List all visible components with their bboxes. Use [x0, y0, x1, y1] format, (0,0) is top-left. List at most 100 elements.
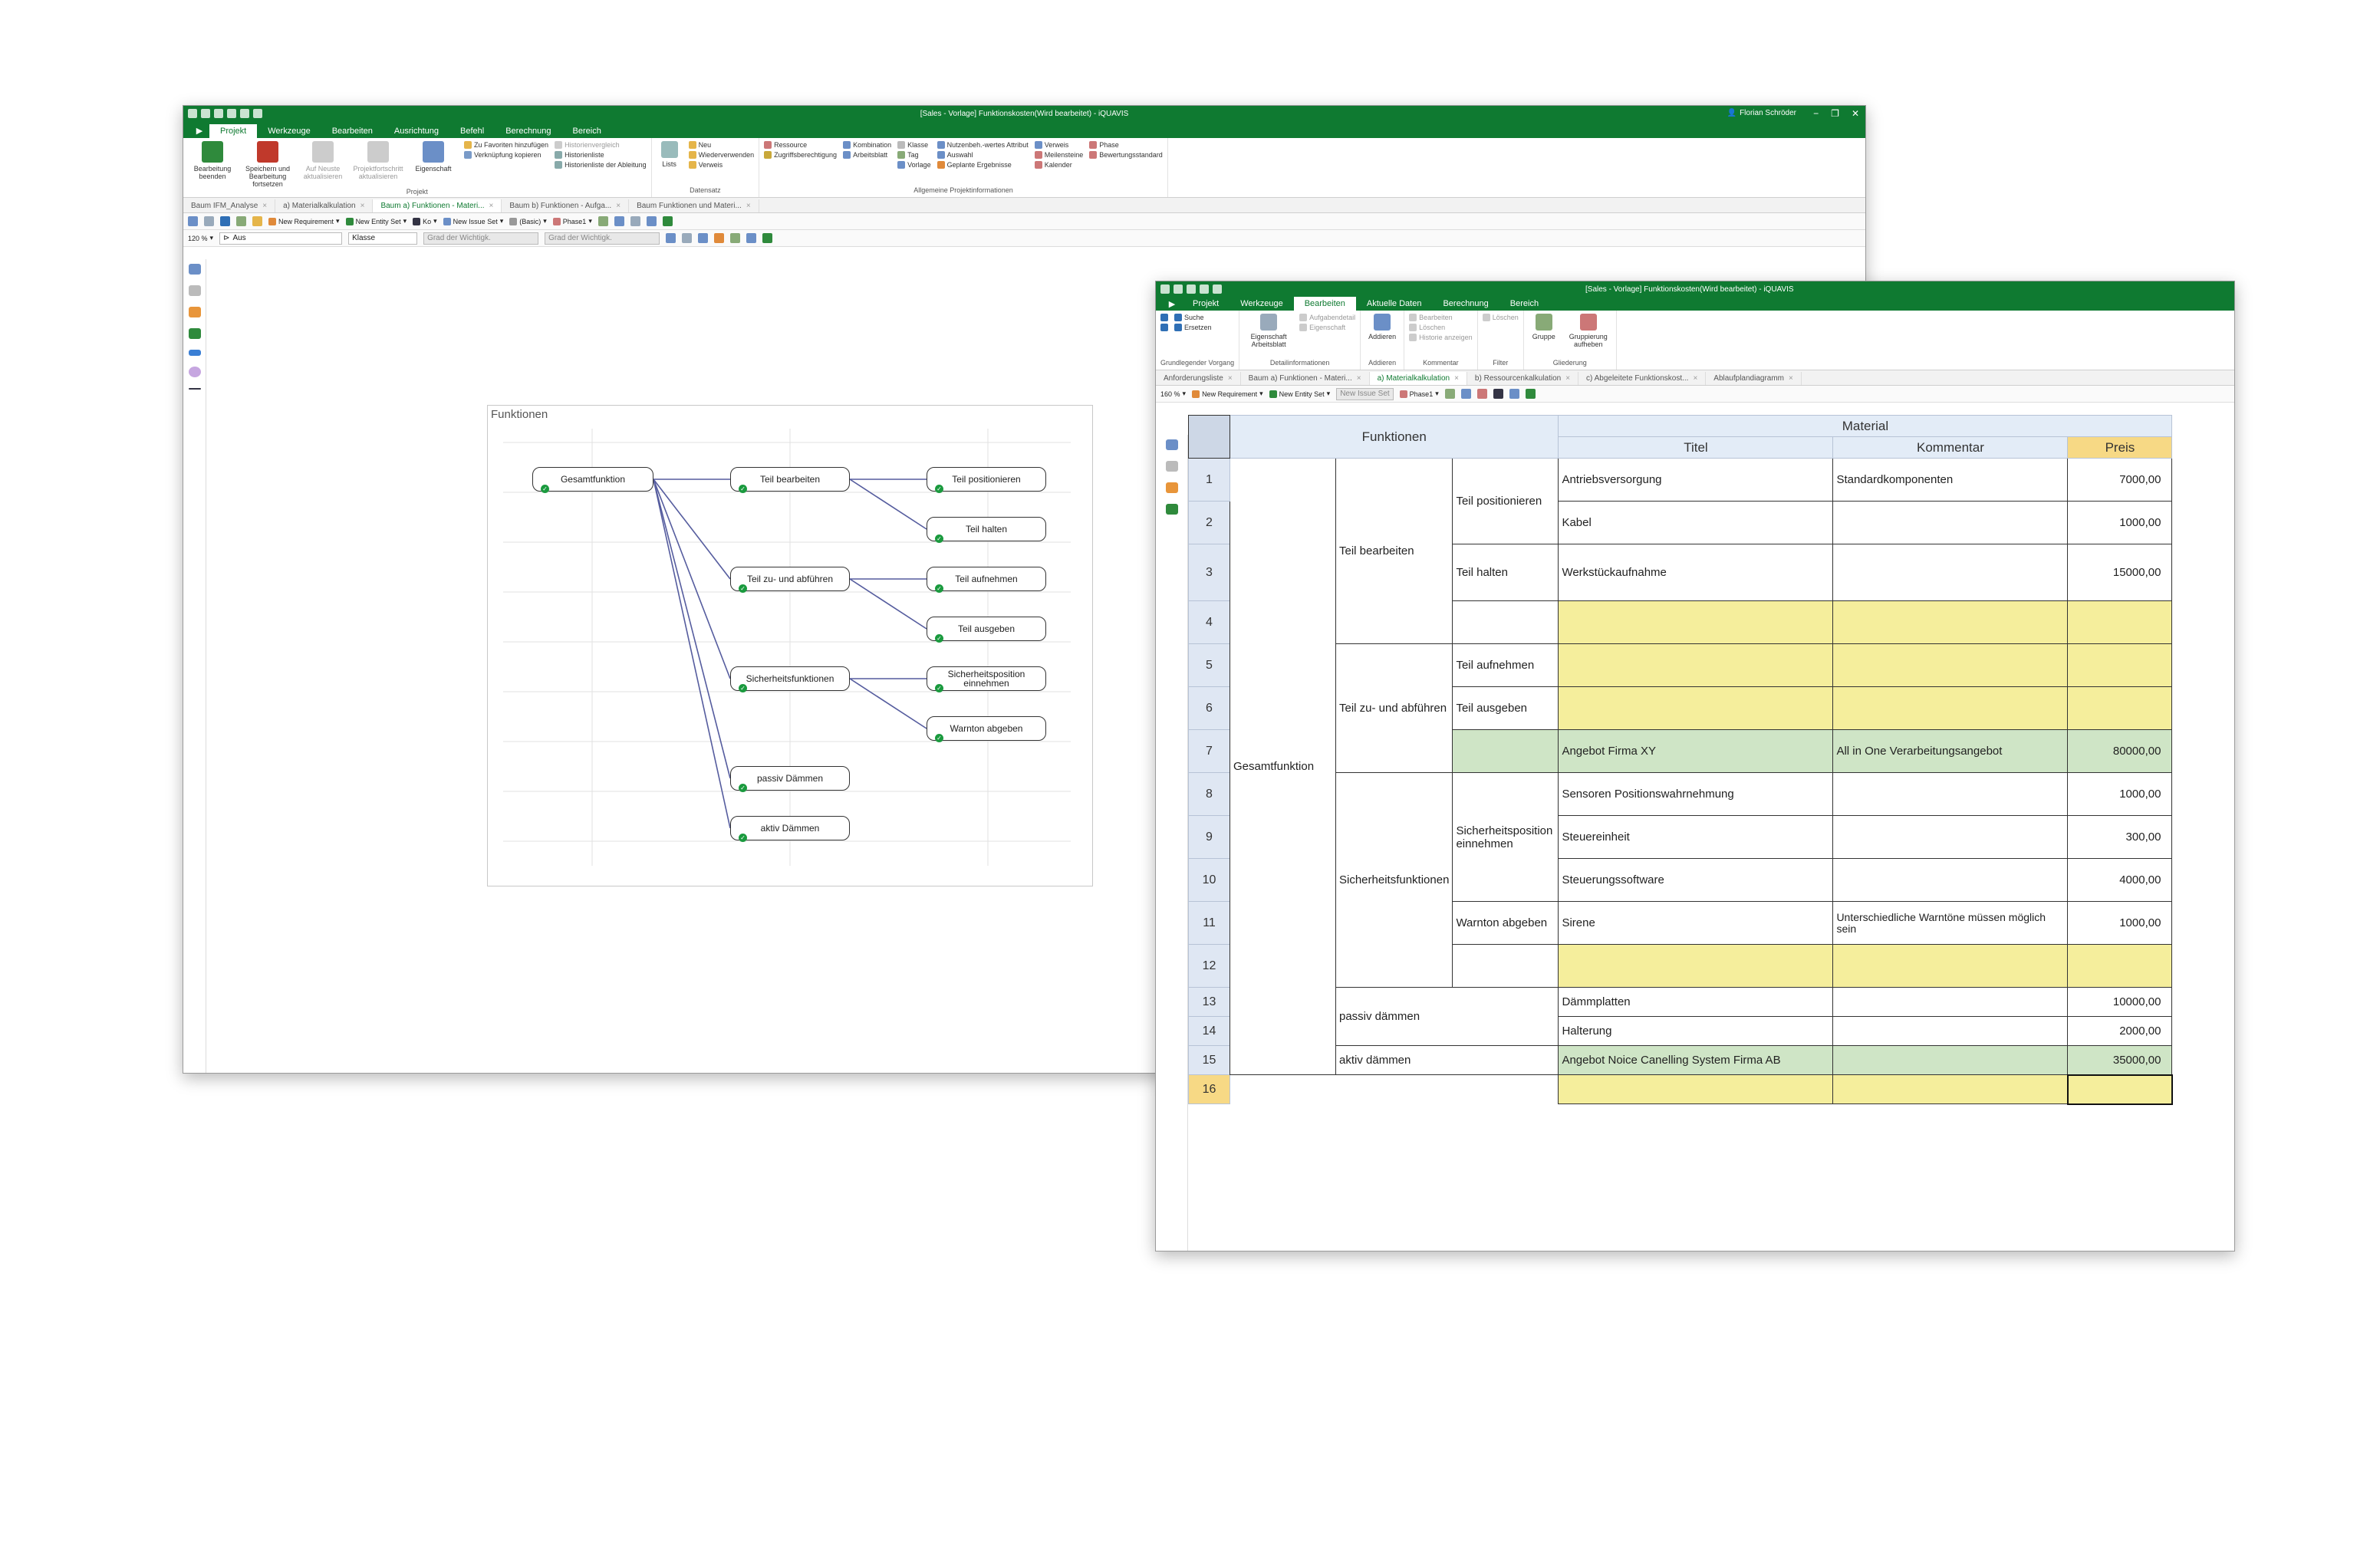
cell-kommentar[interactable]	[1832, 1074, 2069, 1104]
close-tab-icon[interactable]: ×	[1454, 374, 1459, 383]
task-detail-button[interactable]: Aufgabendetail	[1299, 314, 1355, 321]
tab-baum-a[interactable]: Baum a) Funktionen - Materi... ×	[1241, 372, 1370, 385]
worksheet-button[interactable]: Arbeitsblatt	[843, 151, 891, 159]
close-tab-icon[interactable]: ×	[360, 202, 365, 210]
planned-results-button[interactable]: Geplante Ergebnisse	[937, 161, 1029, 169]
grid-icon[interactable]	[188, 216, 198, 226]
cell-kommentar[interactable]	[1832, 1045, 2069, 1075]
cell-kommentar[interactable]	[1832, 772, 2069, 816]
progress-update-button[interactable]: Projektfortschritt aktualisieren	[353, 141, 403, 188]
cell-preis[interactable]: 4000,00	[2067, 858, 2173, 902]
clear-filter-button[interactable]: Löschen	[1482, 314, 1519, 321]
cell-level2[interactable]: passiv dämmen	[1335, 987, 1559, 1046]
header-kommentar[interactable]: Kommentar	[1832, 436, 2069, 459]
line-icon[interactable]	[188, 388, 201, 390]
group-button[interactable]: Gruppe	[1529, 314, 1559, 348]
cell-preis[interactable]: 300,00	[2067, 815, 2173, 859]
cell-level3[interactable]: Warnton abgeben	[1452, 901, 1559, 945]
cell-level3[interactable]: Teil ausgeben	[1452, 686, 1559, 730]
close-tab-icon[interactable]: ×	[1693, 374, 1697, 383]
tool-icon[interactable]	[666, 233, 676, 243]
cell-preis[interactable]	[2067, 600, 2173, 644]
rating-standard-button[interactable]: Bewertungsstandard	[1089, 151, 1163, 159]
row-number[interactable]: 8	[1188, 772, 1230, 816]
new-issue-set-button[interactable]: New Issue Set ▾	[443, 217, 503, 225]
cell-kommentar[interactable]	[1832, 858, 2069, 902]
history-compare-button[interactable]: Historienvergleich	[555, 141, 647, 149]
cell-kommentar[interactable]	[1832, 686, 2069, 730]
tool-icon[interactable]	[630, 216, 640, 226]
menu-bereich[interactable]: Bereich	[562, 124, 612, 138]
row-number[interactable]: 1	[1188, 458, 1230, 502]
menu-bearbeiten[interactable]: Bearbeiten	[321, 124, 383, 138]
menu-werkzeuge[interactable]: Werkzeuge	[257, 124, 321, 138]
header-titel[interactable]: Titel	[1558, 436, 1834, 459]
cell-level3[interactable]	[1452, 944, 1559, 988]
finish-edit-button[interactable]: Bearbeitung beenden	[188, 141, 237, 188]
row-number[interactable]: 5	[1188, 643, 1230, 687]
verweis-button[interactable]: Verweis	[1034, 141, 1084, 149]
save-icon[interactable]	[1174, 285, 1183, 294]
cell-titel[interactable]: Angebot Noice Canelling System Firma AB	[1558, 1045, 1834, 1075]
new-entity-set-button[interactable]: New Entity Set ▾	[1269, 390, 1330, 398]
shape-rounded-icon[interactable]	[188, 307, 201, 317]
add-button[interactable]: Addieren	[1365, 314, 1399, 340]
close-tab-icon[interactable]: ×	[616, 202, 621, 210]
milestones-button[interactable]: Meilensteine	[1034, 151, 1083, 159]
node-passiv-daemmen[interactable]: passiv Dämmen ✓	[730, 766, 850, 792]
grid-corner[interactable]	[1188, 415, 1230, 459]
class-button[interactable]: Klasse	[897, 141, 931, 149]
row-number[interactable]: 3	[1188, 544, 1230, 601]
undo-button[interactable]	[1160, 314, 1168, 321]
importance-select-2[interactable]: Grad der Wichtigk.	[545, 232, 660, 245]
cell-preis[interactable]: 1000,00	[2067, 772, 2173, 816]
tab-baum-a[interactable]: Baum a) Funktionen - Materi... ×	[373, 199, 502, 212]
cell-preis[interactable]	[2067, 643, 2173, 687]
refresh-button[interactable]: Auf Neuste aktualisieren	[298, 141, 347, 188]
list-view-icon[interactable]	[204, 216, 214, 226]
undo-icon[interactable]	[1187, 285, 1196, 294]
tool-icon[interactable]	[614, 216, 624, 226]
zoom-dropdown[interactable]: 120 % ▾	[188, 234, 213, 242]
cell-preis[interactable]: 35000,00	[2067, 1045, 2173, 1075]
maximize-icon[interactable]: ❐	[1831, 108, 1839, 119]
menu-projekt[interactable]: Projekt	[209, 124, 258, 138]
shape-rect-icon[interactable]	[1165, 504, 1178, 515]
row-number[interactable]: 11	[1188, 901, 1230, 945]
property-button[interactable]: Eigenschaft	[409, 141, 458, 188]
redo-icon[interactable]	[1200, 285, 1209, 294]
cell-titel[interactable]: Steuerungssoftware	[1558, 858, 1834, 902]
link-icon[interactable]	[1525, 389, 1536, 399]
show-history-button[interactable]: Historie anzeigen	[1409, 334, 1473, 341]
reuse-button[interactable]: Wiederverwenden	[688, 151, 754, 159]
save-continue-button[interactable]: Speichern und Bearbeitung fortsetzen	[243, 141, 292, 188]
cell-titel[interactable]: Sensoren Positionswahrnehmung	[1558, 772, 1834, 816]
search-button[interactable]: Suche	[1174, 314, 1212, 321]
menu-werkzeuge[interactable]: Werkzeuge	[1230, 297, 1293, 311]
display-select[interactable]: ⊳ Aus	[219, 232, 343, 245]
cell-preis[interactable]: 2000,00	[2067, 1016, 2173, 1046]
new-requirement-button[interactable]: New Requirement ▾	[1192, 390, 1263, 398]
cell-kommentar[interactable]	[1832, 1016, 2069, 1046]
tab-anforderungsliste[interactable]: Anforderungsliste ×	[1156, 372, 1241, 385]
tab-ressourcenkalkulation[interactable]: b) Ressourcenkalkulation ×	[1467, 372, 1579, 385]
template-button[interactable]: Vorlage	[897, 161, 931, 169]
play-icon[interactable]	[220, 216, 230, 226]
row-number[interactable]: 2	[1188, 501, 1230, 544]
cell-level2[interactable]: Teil zu- und abführen	[1335, 643, 1453, 773]
tab-baum-b[interactable]: Baum b) Funktionen - Aufga... ×	[502, 199, 630, 212]
new-entity-set-button[interactable]: New Entity Set ▾	[345, 217, 407, 225]
new-issue-set-button[interactable]: New Issue Set	[1336, 387, 1394, 400]
cell-titel[interactable]: Steuereinheit	[1558, 815, 1834, 859]
shape-rect-icon[interactable]	[188, 328, 201, 339]
property-button[interactable]: Eigenschaft	[1299, 324, 1355, 331]
close-tab-icon[interactable]: ×	[746, 202, 751, 210]
cell-titel[interactable]	[1558, 944, 1834, 988]
ko-dropdown[interactable]: Ko ▾	[413, 217, 437, 225]
hand-icon[interactable]	[188, 285, 201, 296]
node-sicherheitsposition[interactable]: Sicherheitsposition einnehmen ✓	[927, 666, 1046, 692]
pointer-icon[interactable]	[188, 264, 201, 275]
cell-level3[interactable]: Teil positionieren	[1452, 458, 1559, 544]
hand-icon[interactable]	[1165, 461, 1178, 472]
pointer-icon[interactable]	[1165, 439, 1178, 450]
